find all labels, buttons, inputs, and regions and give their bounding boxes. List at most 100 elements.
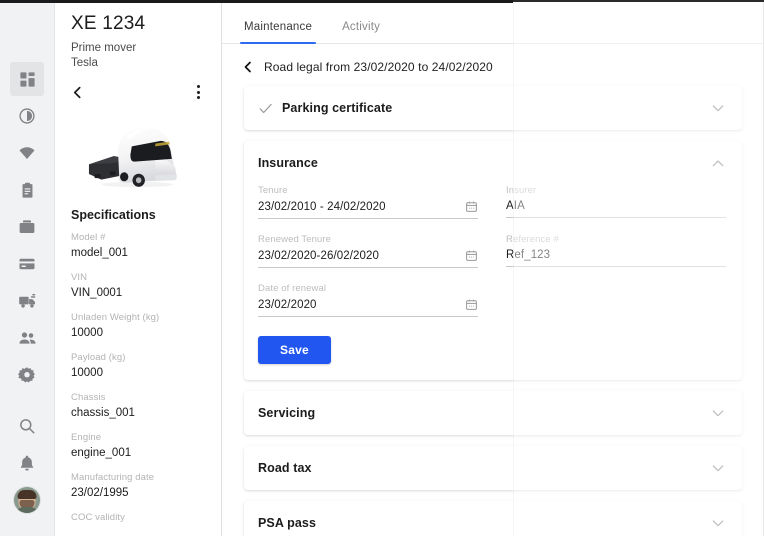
chevron-down-icon[interactable] <box>710 460 726 476</box>
truck-icon <box>18 292 37 311</box>
tenure-input[interactable]: 23/02/2010 - 24/02/2020 <box>258 201 459 213</box>
sidebar-item-search[interactable] <box>10 409 44 443</box>
app-root: XE 1234 Prime mover Tesla <box>0 0 764 536</box>
spec-item: Unladen Weight (kg) 10000 <box>71 312 205 341</box>
renewed-tenure-input[interactable]: 23/02/2020-26/02/2020 <box>258 250 459 262</box>
field-label: Reference # <box>506 234 726 246</box>
sidebar-item-jobs[interactable] <box>10 210 44 244</box>
sidebar-item-connectivity[interactable] <box>10 136 44 170</box>
vehicle-type: Prime mover <box>71 41 205 56</box>
card-icon <box>18 255 36 273</box>
spec-label: VIN <box>71 272 205 284</box>
sidebar-item-analytics[interactable] <box>10 99 44 133</box>
insurer-input[interactable]: AIA <box>506 200 726 212</box>
specifications-heading: Specifications <box>71 208 205 222</box>
avatar <box>14 487 40 513</box>
spec-value: 10000 <box>71 326 205 341</box>
tab-maintenance[interactable]: Maintenance <box>242 21 314 43</box>
field-label: Tenure <box>258 185 478 197</box>
spec-item: Manufacturing date 23/02/1995 <box>71 472 205 501</box>
field-input-row[interactable]: Ref_123 <box>506 246 726 267</box>
accordion-header[interactable]: Road tax <box>244 446 742 490</box>
accordion-title: Insurance <box>258 156 318 170</box>
date-of-renewal-input[interactable]: 23/02/2020 <box>258 299 459 311</box>
page-title: XE 1234 <box>71 12 205 36</box>
briefcase-icon <box>18 218 36 236</box>
chevron-up-icon[interactable] <box>710 155 726 171</box>
calendar-icon[interactable] <box>465 298 478 311</box>
search-icon <box>18 417 36 435</box>
accordion-insurance: Insurance Tenure 23/02/2010 - 24/02/2020 <box>244 141 742 380</box>
accordion-header[interactable]: Servicing <box>244 391 742 435</box>
spec-label: Chassis <box>71 392 205 404</box>
vehicle-detail-panel: XE 1234 Prime mover Tesla <box>55 0 222 536</box>
people-icon <box>18 329 37 348</box>
tab-bar: Maintenance Activity <box>222 0 764 44</box>
sidebar-item-dashboard[interactable] <box>10 62 44 96</box>
vehicle-image <box>71 106 205 202</box>
detail-actions <box>71 80 205 104</box>
spec-value: 10000 <box>71 366 205 381</box>
vehicle-make: Tesla <box>71 56 205 71</box>
dashboard-icon <box>19 71 36 88</box>
field-label: Renewed Tenure <box>258 234 478 246</box>
back-button[interactable] <box>71 85 84 100</box>
sidebar-item-billing[interactable] <box>10 247 44 281</box>
bell-icon <box>18 454 36 472</box>
kebab-dot <box>197 85 200 88</box>
accordion-servicing: Servicing <box>244 391 742 435</box>
sidebar-item-notifications[interactable] <box>10 446 44 480</box>
chevron-down-icon[interactable] <box>710 515 726 531</box>
gear-icon <box>18 366 36 384</box>
accordion-header[interactable]: Parking certificate <box>244 86 742 130</box>
field-input-row[interactable]: 23/02/2020-26/02/2020 <box>258 246 478 268</box>
calendar-icon[interactable] <box>465 200 478 213</box>
sidebar-item-profile[interactable] <box>10 483 44 517</box>
accordion-list: Parking certificate Insurance <box>222 86 764 536</box>
save-button[interactable]: Save <box>258 336 331 364</box>
spec-label: Manufacturing date <box>71 472 205 484</box>
accordion-psa-pass: PSA pass <box>244 501 742 536</box>
field-tenure: Tenure 23/02/2010 - 24/02/2020 <box>258 185 478 219</box>
main-content: Maintenance Activity Road legal from 23/… <box>222 0 764 536</box>
accordion-title: Servicing <box>258 406 315 420</box>
accordion-road-tax: Road tax <box>244 446 742 490</box>
sidebar-item-settings[interactable] <box>10 358 44 392</box>
reference-input[interactable]: Ref_123 <box>506 249 726 261</box>
clipboard-icon <box>19 182 36 199</box>
sidebar-item-users[interactable] <box>10 321 44 355</box>
spec-value: engine_001 <box>71 446 205 461</box>
calendar-icon[interactable] <box>465 249 478 262</box>
spec-value: chassis_001 <box>71 406 205 421</box>
top-edge-strip-right <box>513 0 764 2</box>
spec-label: Model # <box>71 232 205 244</box>
sidebar-item-fleet[interactable] <box>10 284 44 318</box>
sidebar-item-tasks[interactable] <box>10 173 44 207</box>
chevron-down-icon[interactable] <box>710 405 726 421</box>
left-nav-rail <box>0 0 55 536</box>
spec-value: VIN_0001 <box>71 286 205 301</box>
analytics-icon <box>18 107 36 125</box>
more-options-button[interactable] <box>192 83 205 101</box>
breadcrumb: Road legal from 23/02/2020 to 24/02/2020 <box>222 44 764 86</box>
accordion-header[interactable]: PSA pass <box>244 501 742 536</box>
breadcrumb-back-button[interactable] <box>242 60 254 74</box>
field-renewed-tenure: Renewed Tenure 23/02/2020-26/02/2020 <box>258 234 478 268</box>
tab-activity[interactable]: Activity <box>340 21 382 43</box>
kebab-dot <box>197 91 200 94</box>
accordion-header[interactable]: Insurance <box>244 141 742 185</box>
spec-item: Engine engine_001 <box>71 432 205 461</box>
field-input-row[interactable]: 23/02/2010 - 24/02/2020 <box>258 197 478 219</box>
spec-item: Chassis chassis_001 <box>71 392 205 421</box>
spec-item: Payload (kg) 10000 <box>71 352 205 381</box>
accordion-body: Tenure 23/02/2010 - 24/02/2020 <box>244 185 742 380</box>
spec-item: VIN VIN_0001 <box>71 272 205 301</box>
kebab-dot <box>197 96 200 99</box>
field-input-row[interactable]: AIA <box>506 197 726 218</box>
accordion-title: Road tax <box>258 461 312 475</box>
spec-label: Unladen Weight (kg) <box>71 312 205 324</box>
field-input-row[interactable]: 23/02/2020 <box>258 295 478 317</box>
field-insurer: Insurer AIA <box>506 185 726 219</box>
wifi-icon <box>18 144 36 162</box>
chevron-down-icon[interactable] <box>710 100 726 116</box>
